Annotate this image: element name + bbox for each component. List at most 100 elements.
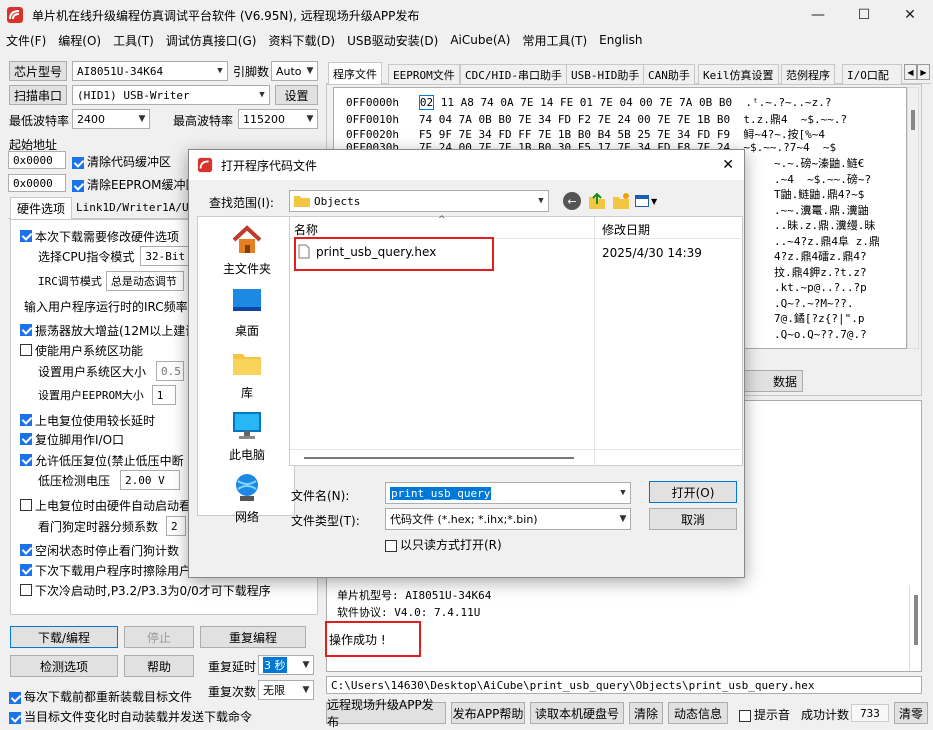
reset-count-button[interactable]: 清零 [894,702,928,724]
settings-button[interactable]: 设置 [275,85,318,105]
readonly-checkbox[interactable]: 以只读方式打开(R) [385,536,502,553]
filetype-select[interactable]: 代码文件 (*.hex; *.ihx;*.bin) ▼ [385,508,631,530]
hex-bytes: 74 04 7A 0B B0 7E 34 FD F2 7E 24 00 7E 7… [418,113,731,126]
tab-usb-hid[interactable]: USB-HID助手 [566,64,645,84]
scrollbar-thumb[interactable] [911,110,915,130]
option-user-system[interactable]: 使能用户系统区功能 [20,340,143,360]
tab-eeprom-file[interactable]: EEPROM文件 [388,64,460,84]
hex-scrollbar[interactable] [907,87,919,349]
file-list-scrollbar[interactable] [290,449,744,465]
places-this-pc[interactable]: 此电脑 [198,409,296,463]
filename-input[interactable]: print_usb_query ▼ [385,482,631,504]
code-address-input[interactable]: 0x0000 [8,151,66,169]
eeprom-address-input[interactable]: 0x0000 [8,174,66,192]
option-low-voltage-reset[interactable]: 允许低压复位(禁止低压中断 [20,450,184,470]
file-list[interactable]: 名称 ^ 修改日期 print_usb_query.hex 2025/4/30 … [289,215,744,467]
tab-cdc-hid-serial[interactable]: CDC/HID-串口助手 [460,64,567,84]
close-button[interactable]: ✕ [887,0,933,30]
option-cold-start-pins[interactable]: 下次冷启动时,P3.2/P3.3为0/0才可下载程序 [20,580,271,600]
column-modified[interactable]: 修改日期 [602,221,650,238]
max-baud-label: 最高波特率 [173,114,234,128]
option-hw-watchdog[interactable]: 上电复位时由硬件自动启动看 [20,495,191,515]
menu-file[interactable]: 文件(F) [0,32,52,49]
file-path-field[interactable]: C:\Users\14630\Desktop\AiCube\print_usb_… [326,676,922,694]
irc-mode-select[interactable]: 总是动态调节 [105,271,184,291]
tab-can[interactable]: CAN助手 [643,64,695,84]
menu-usb-driver[interactable]: USB驱动安装(D) [341,32,444,49]
places-network[interactable]: 网络 [198,471,296,525]
minimize-button[interactable]: — [795,0,841,30]
reload-each-label: 每次下载前都重新装载目标文件 [24,690,193,704]
clear-eeprom-checkbox[interactable]: 清除EEPROM缓冲区 [72,176,198,193]
repeat-count-select[interactable]: 无限 ▼ [258,680,314,700]
places-home[interactable]: 主文件夹 [198,223,296,277]
option-idle-stop-watchdog[interactable]: 空闲状态时停止看门狗计数 [20,540,179,560]
auto-reload-checkbox[interactable]: 当目标文件变化时自动装载并发送下载命令 [9,708,252,725]
repeat-delay-select[interactable]: 3 秒 ▼ [258,655,314,675]
tab-program-file[interactable]: 程序文件 [328,62,382,84]
menu-download[interactable]: 资料下载(D) [262,32,341,49]
scan-port-button[interactable]: 扫描串口 [9,85,67,105]
user-system-size-select[interactable]: 0.5 [156,361,185,381]
reload-each-checkbox[interactable]: 每次下载前都重新装载目标文件 [9,688,192,705]
option-modify-hw[interactable]: 本次下载需要修改硬件选项 [20,226,179,246]
menu-common-tools[interactable]: 常用工具(T) [516,32,593,49]
publish-app-button[interactable]: 远程现场升级APP发布 [326,698,446,729]
read-disk-button[interactable]: 读取本机硬盘号 [530,702,624,724]
stop-button[interactable]: 停止 [124,626,194,648]
new-folder-icon[interactable] [611,191,631,211]
option-long-reset-delay[interactable]: 上电复位使用较长延时 [20,410,155,430]
publish-help-button[interactable]: 发布APP帮助 [451,702,525,724]
menu-tools[interactable]: 工具(T) [107,32,160,49]
look-in-select[interactable]: Objects ▼ [289,190,549,212]
menu-debug[interactable]: 调试仿真接口(G) [160,32,263,49]
scrollbar-thumb[interactable] [304,457,574,459]
hex-row: 0FF0020h F5 9F 7E 34 FD FF 7E 1B B0 B4 5… [346,126,825,141]
dynamic-info-button[interactable]: 动态信息 [668,702,728,724]
option-erase-user[interactable]: 下次下载用户程序时擦除用户 [20,560,191,580]
menu-aicube[interactable]: AiCube(A) [444,33,516,47]
option-reset-as-io[interactable]: 复位脚用作I/O口 [20,429,124,449]
home-icon [232,225,262,253]
maximize-button[interactable]: ☐ [841,0,887,30]
download-program-button[interactable]: 下载/编程 [10,626,118,648]
low-voltage-select[interactable]: 2.00 V [120,470,181,490]
checkbox-checked-icon [20,433,32,445]
pin-count-select[interactable]: Auto ▼ [271,61,318,81]
menu-program[interactable]: 编程(O) [52,32,107,49]
clear-code-checkbox[interactable]: 清除代码缓冲区 [72,153,171,170]
arrow-left-icon[interactable]: ◀ [904,64,917,80]
view-menu-icon[interactable]: ▼ [635,192,661,210]
tab-scroll[interactable]: ◀ ▶ [904,64,930,80]
dialog-close-button[interactable]: ✕ [722,157,734,173]
cancel-button[interactable]: 取消 [649,508,737,530]
chip-type-select[interactable]: AI8051U-34K64 ▼ [72,61,228,81]
min-baud-select[interactable]: 2400 ▼ [72,109,150,129]
eeprom-size-select[interactable]: 1 [151,385,176,405]
tab-keil-settings[interactable]: Keil仿真设置 [698,64,779,84]
file-row[interactable]: print_usb_query.hex [298,244,436,259]
places-library[interactable]: 库 [198,347,296,401]
places-desktop[interactable]: 桌面 [198,285,296,339]
tab-examples[interactable]: 范例程序 [781,64,835,84]
tab-hardware-options[interactable]: 硬件选项 [10,197,72,219]
watchdog-divider-select[interactable]: 2 [166,516,187,536]
tab-link1d[interactable]: Link1D/Writer1A/U8W [76,201,194,214]
arrow-right-icon[interactable]: ▶ [917,64,930,80]
scrollbar-thumb[interactable] [913,595,918,645]
help-button[interactable]: 帮助 [124,655,194,677]
option-osc-gain[interactable]: 振荡器放大增益(12M以上建议 [20,320,197,340]
clear-button[interactable]: 清除 [629,702,663,724]
column-name[interactable]: 名称 [294,221,318,238]
log-scrollbar[interactable] [909,585,921,671]
check-options-button[interactable]: 检测选项 [10,655,118,677]
tab-io-config[interactable]: I/O口配 [842,64,902,84]
reprogram-button[interactable]: 重复编程 [200,626,306,648]
max-baud-select[interactable]: 115200 ▼ [238,109,318,129]
back-icon[interactable]: ← [563,192,581,210]
open-button[interactable]: 打开(O) [649,481,737,503]
menu-english[interactable]: English [593,33,648,47]
sound-checkbox[interactable]: 提示音 [739,706,790,723]
port-select[interactable]: (HID1) USB-Writer ▼ [72,85,270,105]
up-folder-icon[interactable] [587,191,607,211]
